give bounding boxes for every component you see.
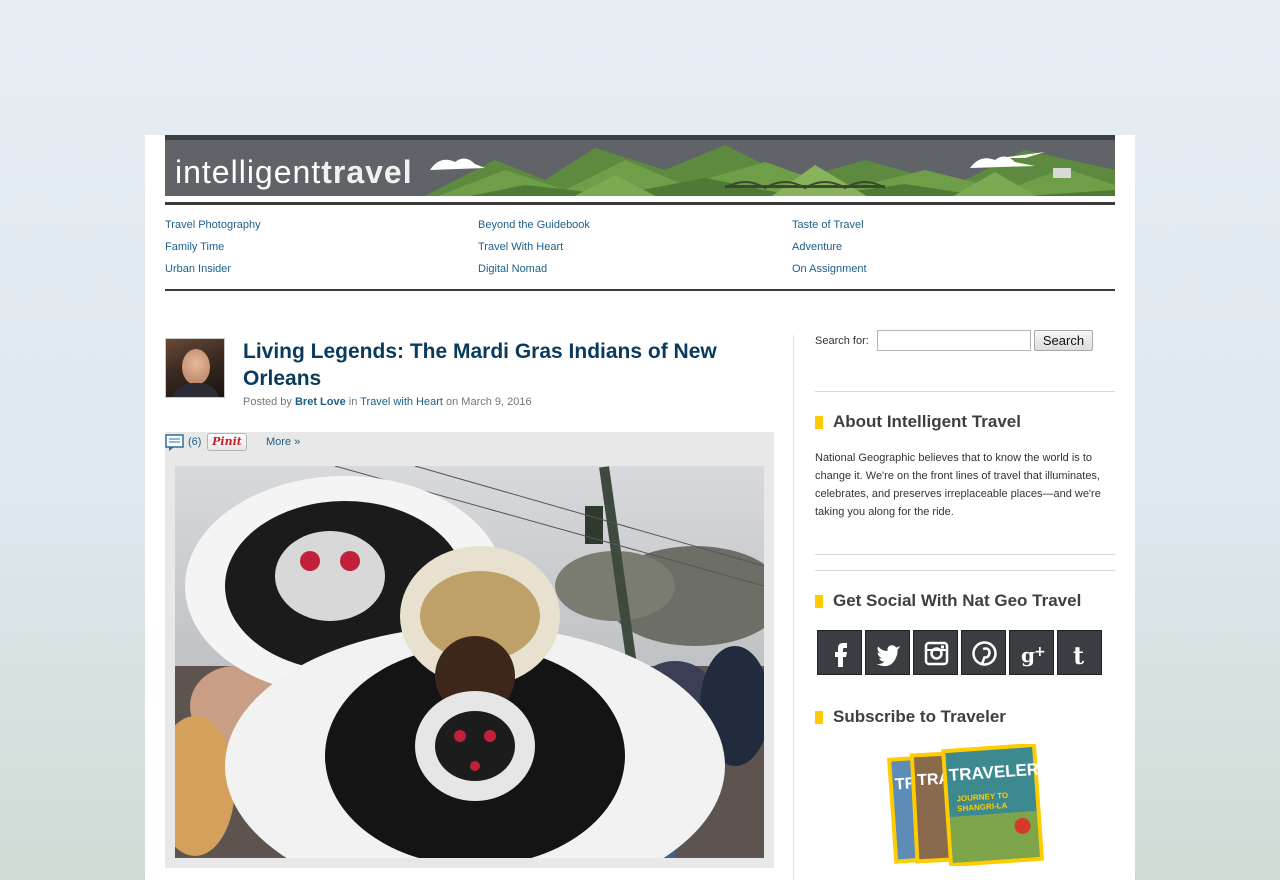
nav-link-on-assignment[interactable]: On Assignment — [792, 259, 1102, 281]
post-photo-box: (6) Pinit More » — [165, 432, 774, 868]
nav-link-beyond-the-guidebook[interactable]: Beyond the Guidebook — [478, 215, 788, 237]
social-widget-title: Get Social With Nat Geo Travel — [815, 590, 1081, 612]
about-text: National Geographic believes that to kno… — [815, 452, 1101, 518]
share-bar: (6) Pinit More » — [165, 432, 774, 456]
pinit-button[interactable]: Pinit — [207, 433, 247, 451]
facebook-icon[interactable] — [817, 630, 862, 675]
author-shirt — [172, 383, 220, 397]
tumblr-icon[interactable]: t — [1057, 630, 1102, 675]
magazine-covers-image: TF TRA TRAVELER JOURNEY TO SHANGRI-LA — [887, 742, 1045, 868]
subscribe-title-text: Subscribe to Traveler — [833, 707, 1006, 726]
nav-link-adventure[interactable]: Adventure — [792, 237, 1102, 259]
twitter-icon[interactable] — [865, 630, 910, 675]
nav-link-travel-with-heart[interactable]: Travel With Heart — [478, 237, 788, 259]
logo-text-travel: travel — [321, 154, 413, 190]
social-icons-row: g + t — [817, 630, 1107, 676]
social-title-text: Get Social With Nat Geo Travel — [833, 591, 1082, 610]
site-logo[interactable]: intelligenttravel — [175, 154, 413, 191]
banner-divider — [165, 202, 1115, 205]
sidebar-rule-2 — [815, 554, 1115, 555]
post-meta: Posted by Bret Love in Travel with Heart… — [243, 396, 532, 408]
google-plus-icon[interactable]: g + — [1009, 630, 1054, 675]
nav-divider — [165, 289, 1115, 291]
nav-column-3: Taste of Travel Adventure On Assignment — [792, 215, 1102, 281]
category-link[interactable]: Travel with Heart — [360, 396, 443, 408]
author-avatar[interactable] — [165, 338, 225, 398]
sidebar-rule-3 — [815, 570, 1115, 571]
mardi-gras-indian-photo[interactable] — [175, 466, 764, 858]
meta-posted-by: Posted by — [243, 396, 292, 408]
search-label: Search for: — [815, 335, 869, 347]
meta-in: in — [348, 396, 358, 408]
traveler-magazine-covers[interactable]: TF TRA TRAVELER JOURNEY TO SHANGRI-LA — [887, 742, 1047, 868]
nav-column-1: Travel Photography Family Time Urban Ins… — [165, 215, 475, 281]
category-nav: Travel Photography Family Time Urban Ins… — [165, 215, 1115, 291]
nav-link-urban-insider[interactable]: Urban Insider — [165, 259, 475, 281]
post-title[interactable]: Living Legends: The Mardi Gras Indians o… — [243, 338, 763, 392]
search-input[interactable] — [877, 330, 1031, 351]
about-widget-title: About Intelligent Travel — [815, 411, 1021, 433]
nav-link-travel-photography[interactable]: Travel Photography — [165, 215, 475, 237]
nav-link-digital-nomad[interactable]: Digital Nomad — [478, 259, 788, 281]
meta-date: on March 9, 2016 — [446, 396, 532, 408]
site-banner[interactable]: intelligenttravel — [165, 135, 1115, 196]
author-face — [182, 349, 210, 385]
svg-text:+: + — [1034, 644, 1046, 660]
comment-icon[interactable] — [165, 434, 185, 452]
page-container: intelligenttravel Travel Photography Fam… — [145, 135, 1135, 880]
title-accent-bar — [815, 595, 823, 608]
photo-illustration — [175, 466, 764, 858]
pinterest-icon[interactable] — [961, 630, 1006, 675]
nav-link-family-time[interactable]: Family Time — [165, 237, 475, 259]
sidebar-divider — [793, 335, 794, 880]
nav-link-taste-of-travel[interactable]: Taste of Travel — [792, 215, 1102, 237]
about-title-text: About Intelligent Travel — [833, 412, 1021, 431]
comment-count[interactable]: (6) — [188, 436, 201, 448]
subscribe-widget-title: Subscribe to Traveler — [815, 706, 1006, 728]
more-share-link[interactable]: More » — [266, 436, 300, 448]
title-accent-bar — [815, 416, 823, 429]
title-accent-bar — [815, 711, 823, 724]
svg-text:t: t — [1073, 641, 1084, 670]
instagram-icon[interactable] — [913, 630, 958, 675]
sidebar-rule-1 — [815, 391, 1115, 392]
search-button[interactable]: Search — [1034, 330, 1093, 351]
logo-text-intelligent: intelligent — [175, 154, 322, 190]
author-link[interactable]: Bret Love — [295, 396, 346, 408]
nav-column-2: Beyond the Guidebook Travel With Heart D… — [478, 215, 788, 281]
svg-text:g: g — [1021, 643, 1035, 667]
